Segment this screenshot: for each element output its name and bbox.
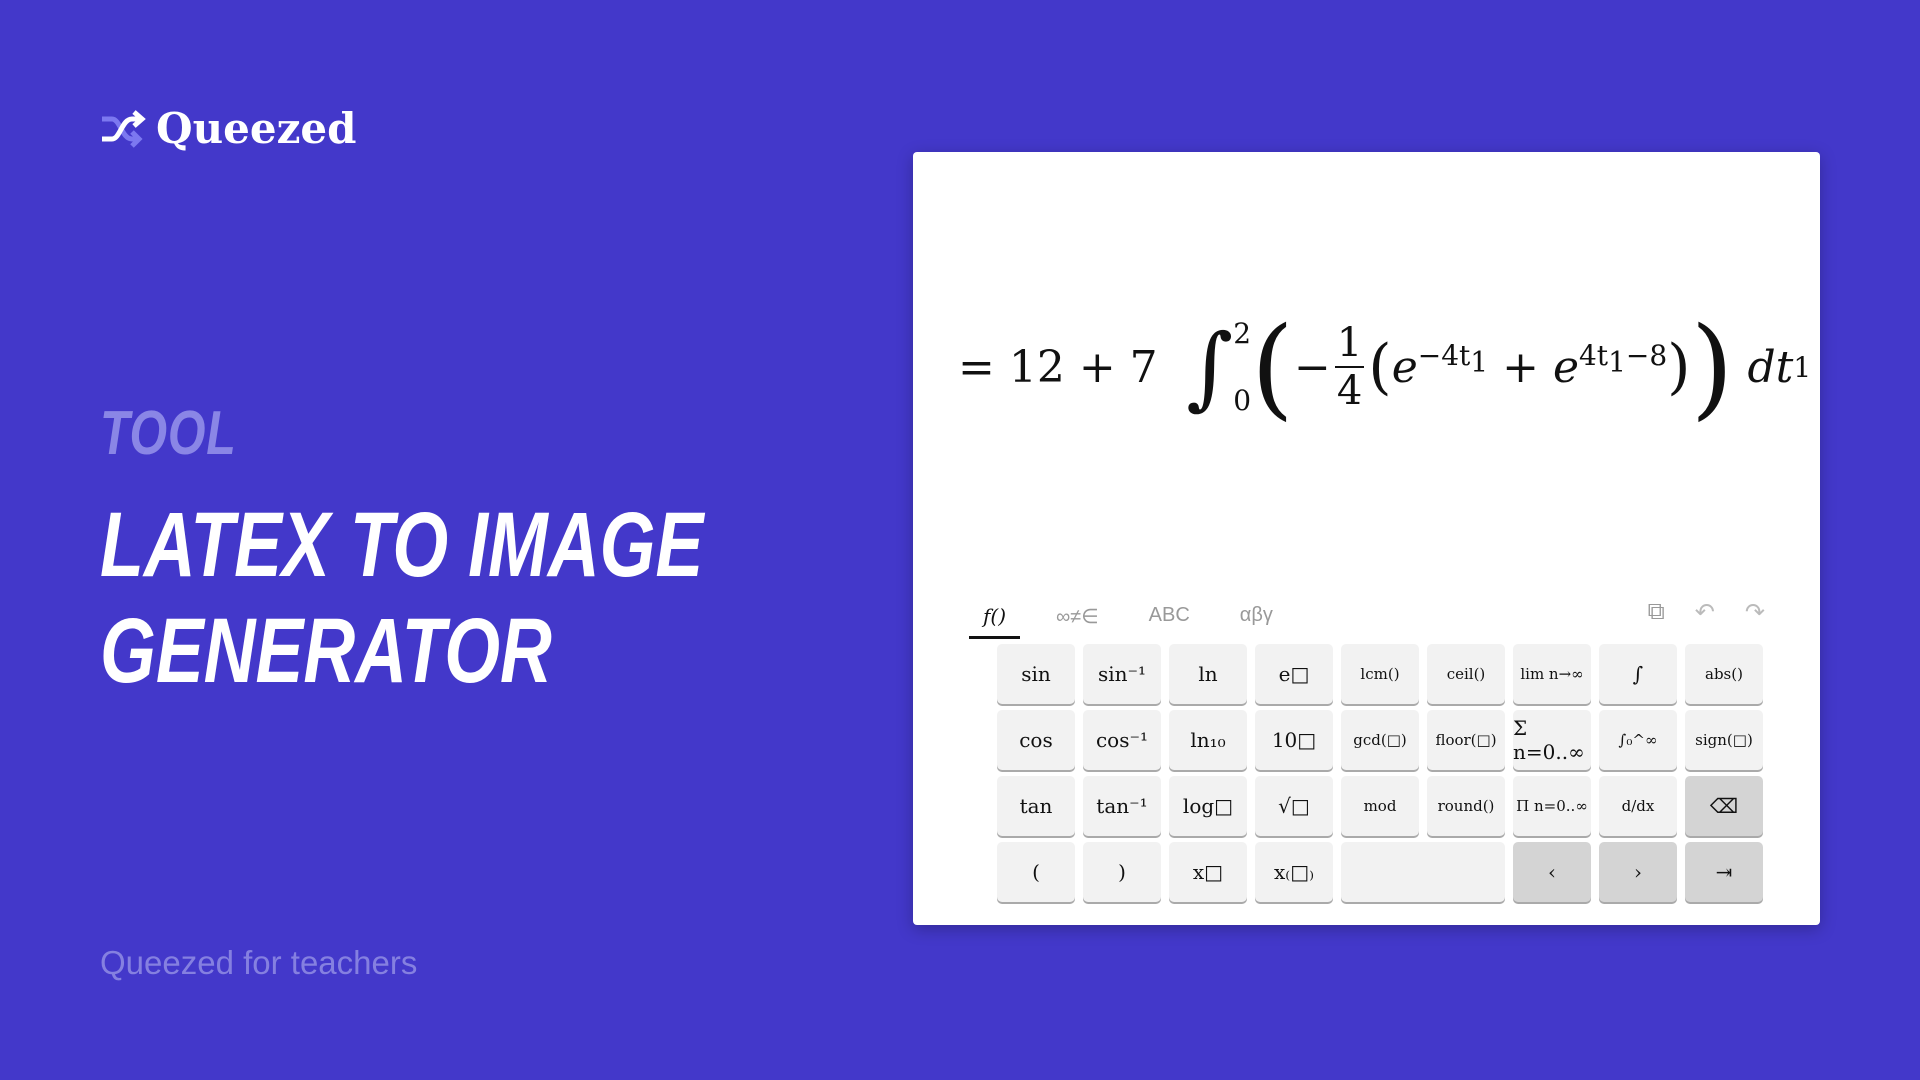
key[interactable]: d/dx	[1599, 776, 1677, 836]
key[interactable]: x₍□₎	[1255, 842, 1333, 902]
key[interactable]: lim n→∞	[1513, 644, 1591, 704]
equation-display[interactable]: = 12 + 7 ∫ 2 0 (− 14 (e −4t1 + e 4t1−8)) dt 1	[958, 302, 1811, 432]
key[interactable]: x□	[1169, 842, 1247, 902]
copy-icon[interactable]: ⧉	[1648, 598, 1665, 627]
integral: ∫ 2 0	[1157, 314, 1252, 420]
key[interactable]: ⌫	[1685, 776, 1763, 836]
key[interactable]: )	[1083, 842, 1161, 902]
undo-icon[interactable]: ↶	[1695, 598, 1715, 627]
keyboard-tabs: f() ∞≠∈ ABC αβγ	[969, 600, 1287, 639]
key[interactable]: ∫	[1599, 644, 1677, 704]
tab-letters[interactable]: ABC	[1135, 600, 1204, 639]
key[interactable]: cos	[997, 710, 1075, 770]
tab-greek[interactable]: αβγ	[1226, 600, 1287, 639]
key[interactable]: sign(□)	[1685, 710, 1763, 770]
key[interactable]: cos⁻¹	[1083, 710, 1161, 770]
exp2-tail: −8	[1625, 339, 1668, 373]
key[interactable]: tan⁻¹	[1083, 776, 1161, 836]
int-lower: 0	[1233, 384, 1252, 417]
key[interactable]: ∫₀^∞	[1599, 710, 1677, 770]
key[interactable]: Π n=0..∞	[1513, 776, 1591, 836]
key[interactable]: ‹	[1513, 842, 1591, 902]
key[interactable]: sin⁻¹	[1083, 644, 1161, 704]
key[interactable]: gcd(□)	[1341, 710, 1419, 770]
sub: 1	[1470, 345, 1489, 379]
key[interactable]: floor(□)	[1427, 710, 1505, 770]
sub: 1	[1608, 345, 1626, 379]
key[interactable]: e□	[1255, 644, 1333, 704]
key[interactable]: ceil()	[1427, 644, 1505, 704]
key[interactable]: tan	[997, 776, 1075, 836]
redo-icon[interactable]: ↷	[1745, 598, 1765, 627]
exp1: −4t	[1417, 339, 1471, 373]
eq-prefix: = 12 + 7	[958, 341, 1158, 393]
sub: 1	[1793, 350, 1812, 384]
tab-symbols[interactable]: ∞≠∈	[1042, 600, 1113, 639]
key[interactable]: Σ n=0..∞	[1513, 710, 1591, 770]
key[interactable]	[1341, 842, 1505, 902]
tab-functions[interactable]: f()	[969, 600, 1021, 639]
key[interactable]: √□	[1255, 776, 1333, 836]
key[interactable]: ›	[1599, 842, 1677, 902]
frac-den: 4	[1336, 368, 1363, 414]
fraction: 14	[1334, 320, 1365, 414]
key[interactable]: lcm()	[1341, 644, 1419, 704]
key[interactable]: sin	[997, 644, 1075, 704]
logo[interactable]: Queezed	[98, 104, 357, 153]
key[interactable]: (	[997, 842, 1075, 902]
latex-editor: = 12 + 7 ∫ 2 0 (− 14 (e −4t1 + e 4t1−8)) dt 1…	[913, 152, 1820, 925]
frac-num: 1	[1334, 320, 1365, 368]
key[interactable]: round()	[1427, 776, 1505, 836]
key[interactable]: 10□	[1255, 710, 1333, 770]
footer-link[interactable]: Queezed for teachers	[100, 944, 417, 982]
key[interactable]: abs()	[1685, 644, 1763, 704]
shuffle-icon	[102, 109, 146, 148]
key[interactable]: ln	[1169, 644, 1247, 704]
exp2: 4t	[1578, 339, 1609, 373]
page-title: LATEX TO IMAGE GENERATOR	[100, 494, 704, 702]
key[interactable]: ln₁₀	[1169, 710, 1247, 770]
dt: dt	[1747, 341, 1794, 393]
key[interactable]: ⇥	[1685, 842, 1763, 902]
key[interactable]: log□	[1169, 776, 1247, 836]
int-upper: 2	[1233, 317, 1252, 350]
key[interactable]: mod	[1341, 776, 1419, 836]
virtual-keyboard: sin sin⁻¹ ln e□ lcm() ceil() lim n→∞ ∫ abs() cos c…	[997, 644, 1763, 902]
kicker: TOOL	[100, 399, 237, 468]
brand-name: Queezed	[156, 104, 357, 153]
